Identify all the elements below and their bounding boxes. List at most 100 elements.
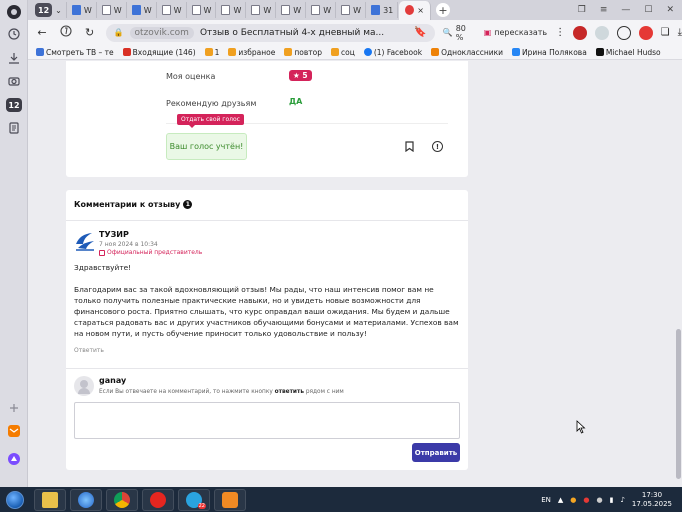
- yandex-logo-icon[interactable]: [58, 25, 74, 40]
- menu-icon[interactable]: ≡: [600, 5, 608, 15]
- minimize-icon[interactable]: —: [621, 5, 630, 15]
- tab-item[interactable]: W: [337, 2, 367, 18]
- bookmark-item[interactable]: 1: [204, 48, 219, 57]
- zoom-indicator[interactable]: 🔍 80 %: [443, 24, 476, 42]
- odnoklassniki-icon: [431, 48, 440, 56]
- tab-item[interactable]: W: [128, 2, 157, 18]
- url-domain[interactable]: otzovik.com: [129, 26, 194, 39]
- bookmark-item[interactable]: Одноклассники: [431, 48, 503, 57]
- scrollbar[interactable]: [674, 61, 682, 487]
- reply-link[interactable]: Ответить: [74, 347, 104, 354]
- tv-icon: [36, 48, 44, 56]
- doc-icon: [101, 5, 111, 15]
- mail-app-icon[interactable]: [5, 422, 23, 440]
- tab-item[interactable]: W: [68, 2, 97, 18]
- tab-item[interactable]: W: [188, 2, 217, 18]
- more-icon[interactable]: ⋮: [555, 27, 565, 38]
- tray-app-icon[interactable]: ●: [583, 496, 589, 504]
- recommend-value: ДА: [289, 97, 303, 106]
- telegram-app[interactable]: 22: [178, 488, 210, 511]
- maximize-icon[interactable]: ☐: [644, 5, 652, 15]
- tray-app-icon[interactable]: ●: [596, 496, 602, 504]
- browser-app[interactable]: [70, 488, 102, 511]
- downloads-icon[interactable]: ⤓: [678, 27, 682, 38]
- doc-icon: [191, 5, 201, 15]
- tab-item[interactable]: W: [158, 2, 187, 18]
- tabs-count-icon[interactable]: 12: [5, 96, 23, 114]
- clock[interactable]: 17:30 17.05.2025: [632, 491, 672, 509]
- close-window-icon[interactable]: ✕: [666, 5, 674, 15]
- media-app[interactable]: [214, 488, 246, 511]
- collections-icon[interactable]: [5, 119, 23, 137]
- tab-item[interactable]: W: [247, 2, 277, 18]
- chrome-app[interactable]: [106, 488, 138, 511]
- tab-item[interactable]: 31: [367, 2, 399, 18]
- doc-icon: [131, 5, 141, 15]
- bookmark-item[interactable]: избраное: [228, 48, 275, 57]
- comment-greeting: Здравствуйте!: [74, 263, 132, 272]
- tray-arrow-icon[interactable]: ▲: [558, 496, 563, 504]
- start-button[interactable]: [0, 487, 30, 512]
- lock-icon: 🔒: [113, 28, 124, 37]
- browser-logo-icon[interactable]: [5, 3, 23, 21]
- add-panel-icon[interactable]: [5, 399, 23, 417]
- bookmark-item[interactable]: соц: [331, 48, 355, 57]
- comment-body: Здравствуйте! Благодарим вас за такой вд…: [74, 262, 462, 350]
- bookmark-item[interactable]: Michael Hudso: [595, 48, 661, 57]
- explorer-app[interactable]: [34, 488, 66, 511]
- reload-icon[interactable]: ↻: [82, 26, 98, 39]
- page-title: Отзыв о Бесплатный 4-х дневный ма...: [199, 27, 385, 38]
- volume-icon[interactable]: ♪: [620, 496, 624, 504]
- camera-icon[interactable]: [5, 72, 23, 90]
- tab-item[interactable]: W: [98, 2, 127, 18]
- extension-icon[interactable]: [594, 25, 609, 40]
- bookmark-item[interactable]: (1) Facebook: [363, 48, 422, 57]
- network-icon[interactable]: ▮: [610, 496, 614, 504]
- tab-group-counter[interactable]: 12 ⌄: [28, 2, 67, 18]
- tray-app-icon[interactable]: ●: [570, 496, 576, 504]
- new-tab-button[interactable]: +: [435, 3, 450, 17]
- globe-icon: [78, 491, 94, 508]
- bookmark-page-icon[interactable]: 🔖: [414, 27, 426, 38]
- back-icon[interactable]: ←: [34, 26, 50, 39]
- scrollbar-thumb[interactable]: [676, 329, 681, 479]
- folder-icon: [228, 48, 237, 56]
- retell-button[interactable]: ▣ пересказать: [484, 28, 547, 37]
- reader-icon[interactable]: ❏: [661, 27, 670, 38]
- bookmark-item[interactable]: Ирина Полякова: [512, 48, 587, 57]
- comment-author[interactable]: ТУЗИР: [99, 230, 129, 239]
- vote-status-button[interactable]: Ваш голос учтён!: [166, 133, 247, 160]
- review-summary-card: Моя оценка ★ 5 Рекомендую друзьям ДА Отд…: [66, 61, 468, 177]
- vpn-icon[interactable]: [616, 25, 631, 40]
- download-icon[interactable]: [5, 49, 23, 67]
- restore-icon[interactable]: ❐: [578, 5, 586, 15]
- url-bar[interactable]: 🔒 otzovik.com Отзыв о Бесплатный 4-х дне…: [105, 23, 435, 42]
- extension-icon[interactable]: [638, 25, 653, 40]
- tab-item[interactable]: W: [217, 2, 247, 18]
- language-indicator[interactable]: EN: [541, 496, 551, 504]
- close-icon[interactable]: ×: [417, 6, 424, 15]
- tab-active[interactable]: ×: [399, 0, 431, 20]
- report-icon[interactable]: !: [432, 141, 443, 152]
- tab-item[interactable]: W: [307, 2, 337, 18]
- doc-icon: [371, 5, 381, 15]
- otzovik-favicon-icon: [405, 5, 415, 15]
- send-button[interactable]: Отправить: [412, 443, 460, 462]
- mouse-cursor-icon: [576, 420, 586, 434]
- telegram-badge: 22: [197, 502, 206, 509]
- bookmark-item[interactable]: Смотреть ТВ – те: [36, 48, 114, 57]
- comment-input[interactable]: [74, 402, 460, 439]
- x-icon: [595, 48, 604, 56]
- comment-hint: Если Вы отвечаете на комментарий, то наж…: [99, 389, 344, 395]
- folder-icon: [204, 48, 213, 56]
- bookmark-icon[interactable]: [405, 141, 414, 155]
- folder-icon: [42, 491, 58, 508]
- tab-item[interactable]: W: [277, 2, 307, 18]
- yandex-browser-app[interactable]: [142, 488, 174, 511]
- history-icon[interactable]: [5, 25, 23, 43]
- bookmark-item[interactable]: Входящие (146): [122, 48, 196, 57]
- browser-sidebar: 12: [0, 0, 28, 487]
- bookmark-item[interactable]: повтор: [284, 48, 322, 57]
- extension-icon[interactable]: [573, 25, 587, 40]
- alice-assistant-icon[interactable]: [5, 450, 23, 468]
